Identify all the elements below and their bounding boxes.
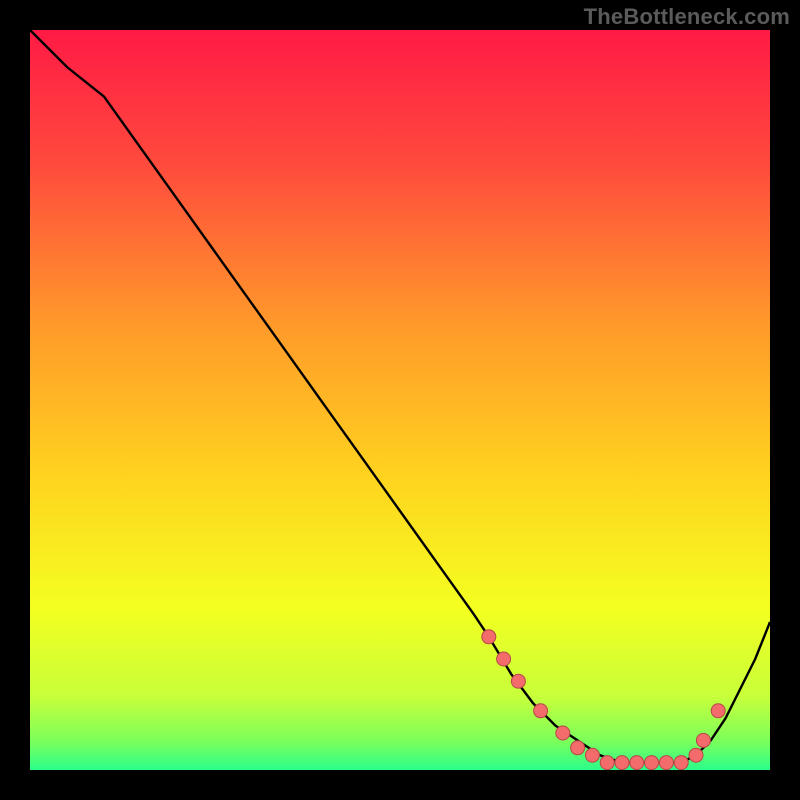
watermark-text: TheBottleneck.com <box>584 4 790 30</box>
marker-dot <box>674 756 688 770</box>
marker-dot <box>585 748 599 762</box>
marker-dot <box>556 726 570 740</box>
marker-dot <box>645 756 659 770</box>
marker-dot <box>689 748 703 762</box>
marker-dot <box>659 756 673 770</box>
marker-dot <box>711 704 725 718</box>
marker-dot <box>534 704 548 718</box>
marker-dot <box>615 756 629 770</box>
chart-frame: TheBottleneck.com <box>0 0 800 800</box>
marker-dot <box>482 630 496 644</box>
marker-dot <box>630 756 644 770</box>
plot-area <box>30 30 770 770</box>
gradient-background <box>30 30 770 770</box>
marker-dot <box>571 741 585 755</box>
marker-dot <box>600 756 614 770</box>
marker-dot <box>696 733 710 747</box>
marker-dot <box>511 674 525 688</box>
marker-dot <box>497 652 511 666</box>
chart-svg <box>30 30 770 770</box>
